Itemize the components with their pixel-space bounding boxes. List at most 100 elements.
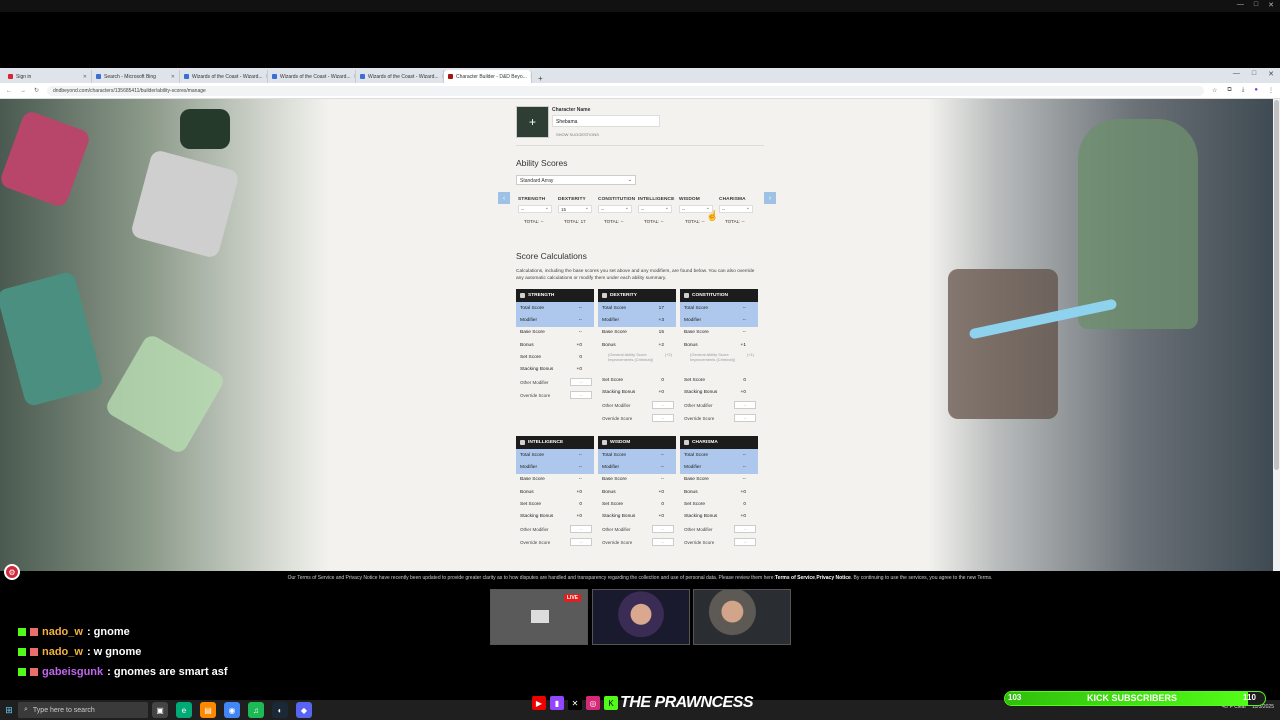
- prev-arrow-button[interactable]: ‹: [498, 192, 510, 204]
- row-value: 0: [661, 501, 664, 507]
- portrait-upload[interactable]: +: [516, 106, 549, 138]
- close-button[interactable]: ✕: [1268, 70, 1274, 78]
- override-score-input[interactable]: --: [570, 391, 592, 400]
- forward-icon[interactable]: →: [20, 88, 26, 94]
- ability-name: DEXTERITY: [558, 197, 586, 202]
- back-icon[interactable]: ←: [6, 88, 12, 94]
- folder-icon[interactable]: ▤: [200, 702, 216, 718]
- base-score-row: Base Score --: [680, 474, 758, 486]
- ability-name: STRENGTH: [518, 197, 546, 202]
- spotify-icon[interactable]: ♫: [248, 702, 264, 718]
- row-value: 0: [743, 501, 746, 507]
- card-title: INTELLIGENCE: [528, 440, 564, 445]
- override-score-input[interactable]: --: [652, 538, 674, 547]
- ability-select[interactable]: --: [638, 205, 672, 213]
- row-value: +0: [576, 367, 582, 373]
- favicon-icon: [272, 74, 277, 79]
- ability-select[interactable]: --: [518, 205, 552, 213]
- close-button[interactable]: ✕: [1268, 1, 1274, 9]
- other-modifier-input[interactable]: --: [652, 401, 674, 410]
- other-modifier-row: Other Modifier --: [680, 523, 758, 536]
- character-name-input[interactable]: Shebama: [552, 115, 660, 127]
- favicon-icon: [184, 74, 189, 79]
- next-arrow-button[interactable]: ›: [764, 192, 776, 204]
- tab-character-builder[interactable]: Character Builder - D&D Beyo...✕: [444, 70, 532, 83]
- row-value: +0: [658, 489, 664, 495]
- other-modifier-row: Other Modifier --: [516, 523, 594, 536]
- row-value: +3: [658, 317, 664, 323]
- row-value: --: [578, 464, 582, 470]
- other-modifier-input[interactable]: --: [570, 378, 592, 387]
- star-icon[interactable]: ☆: [1212, 87, 1217, 94]
- ability-select[interactable]: 15: [558, 205, 592, 213]
- row-label: Total Score: [684, 452, 708, 458]
- terms-of-service-link[interactable]: Terms of Service: [775, 575, 815, 581]
- tab-wotc-2[interactable]: Wizards of the Coast - Wizard...✕: [268, 70, 356, 83]
- card-title: WISDOM: [610, 440, 631, 445]
- stacking-bonus-row: Stacking Bonus +0: [680, 510, 758, 522]
- override-score-input[interactable]: --: [734, 538, 756, 547]
- other-modifier-input[interactable]: --: [570, 525, 592, 534]
- row-value: +0: [740, 390, 746, 396]
- other-modifier-input[interactable]: --: [734, 525, 756, 534]
- taskbar-search[interactable]: ⌕ Type here to search: [18, 702, 148, 718]
- profile-icon[interactable]: ●: [1254, 87, 1258, 94]
- new-tab-button[interactable]: +: [532, 74, 549, 83]
- minimize-button[interactable]: —: [1237, 1, 1244, 9]
- edge-icon[interactable]: e: [176, 702, 192, 718]
- url-field[interactable]: dndbeyond.com/characters/135685411/build…: [47, 85, 1205, 96]
- override-score-input[interactable]: --: [734, 414, 756, 423]
- score-card-dexterity: DEXTERITY Total Score 17 Modifier +3 Base Sco…: [598, 289, 676, 425]
- other-modifier-input[interactable]: --: [734, 401, 756, 410]
- show-suggestions-link[interactable]: SHOW SUGGESTIONS: [556, 132, 599, 137]
- ability-total: TOTAL: --: [604, 219, 624, 224]
- ability-name: CHARISMA: [719, 197, 746, 202]
- dnd-badge-icon[interactable]: ⚙: [4, 564, 20, 580]
- tab-wotc-1[interactable]: Wizards of the Coast - Wizard...✕: [180, 70, 268, 83]
- row-label: Base Score: [520, 477, 545, 483]
- maximize-button[interactable]: □: [1254, 1, 1258, 9]
- card-title: CHARISMA: [692, 440, 718, 445]
- scrollbar-thumb[interactable]: [1274, 100, 1279, 470]
- close-tab-icon[interactable]: ✕: [83, 74, 87, 80]
- close-tab-icon[interactable]: ✕: [171, 74, 175, 80]
- ability-constitution: CONSTITUTION -- TOTAL: --: [598, 197, 636, 224]
- tab-bing[interactable]: Search - Microsoft Bing ✕: [92, 70, 180, 83]
- row-label: Bonus: [520, 342, 534, 348]
- x-icon: ✕: [568, 696, 582, 710]
- maximize-button[interactable]: □: [1252, 70, 1256, 78]
- discord-icon[interactable]: ◆: [296, 702, 312, 718]
- ability-select[interactable]: --: [598, 205, 632, 213]
- download-icon[interactable]: ⤓: [1242, 87, 1245, 94]
- green-die-image: [103, 332, 227, 456]
- generation-method-value: Standard Array: [520, 178, 554, 184]
- row-label: Stacking Bonus: [520, 514, 554, 520]
- steam-icon[interactable]: ◐: [272, 702, 288, 718]
- windows-start-icon[interactable]: ⊞: [0, 700, 18, 720]
- override-score-row: Override Score --: [680, 412, 758, 425]
- menu-icon[interactable]: ⋮: [1268, 87, 1274, 94]
- override-score-input[interactable]: --: [570, 538, 592, 547]
- generation-method-select[interactable]: Standard Array ⌄: [516, 175, 636, 185]
- tab-sign-in[interactable]: Sign in ✕: [4, 70, 92, 83]
- chat-text: : w gnome: [86, 646, 142, 658]
- ability-select[interactable]: --: [719, 205, 753, 213]
- row-label: Total Score: [520, 452, 544, 458]
- minimize-button[interactable]: —: [1233, 70, 1240, 78]
- chrome-icon[interactable]: ◉: [224, 702, 240, 718]
- privacy-notice-link[interactable]: Privacy Notice: [816, 575, 850, 581]
- ability-total: TOTAL: 17: [564, 219, 586, 224]
- override-score-row: Override Score --: [516, 389, 594, 402]
- reload-icon[interactable]: ↻: [34, 87, 39, 94]
- score-calculations-title: Score Calculations: [516, 251, 587, 261]
- other-modifier-input[interactable]: --: [652, 525, 674, 534]
- tab-label: Wizards of the Coast - Wizard...: [280, 73, 351, 80]
- row-label: Set Score: [602, 501, 624, 507]
- override-score-input[interactable]: --: [652, 414, 674, 423]
- row-value: +2: [658, 342, 664, 348]
- row-value: --: [742, 330, 746, 336]
- bonus-row: Bonus +0: [516, 486, 594, 498]
- tab-wotc-3[interactable]: Wizards of the Coast - Wizard...✕: [356, 70, 444, 83]
- extensions-icon[interactable]: ⧉: [1227, 87, 1231, 94]
- task-view-icon[interactable]: ▣: [152, 702, 168, 718]
